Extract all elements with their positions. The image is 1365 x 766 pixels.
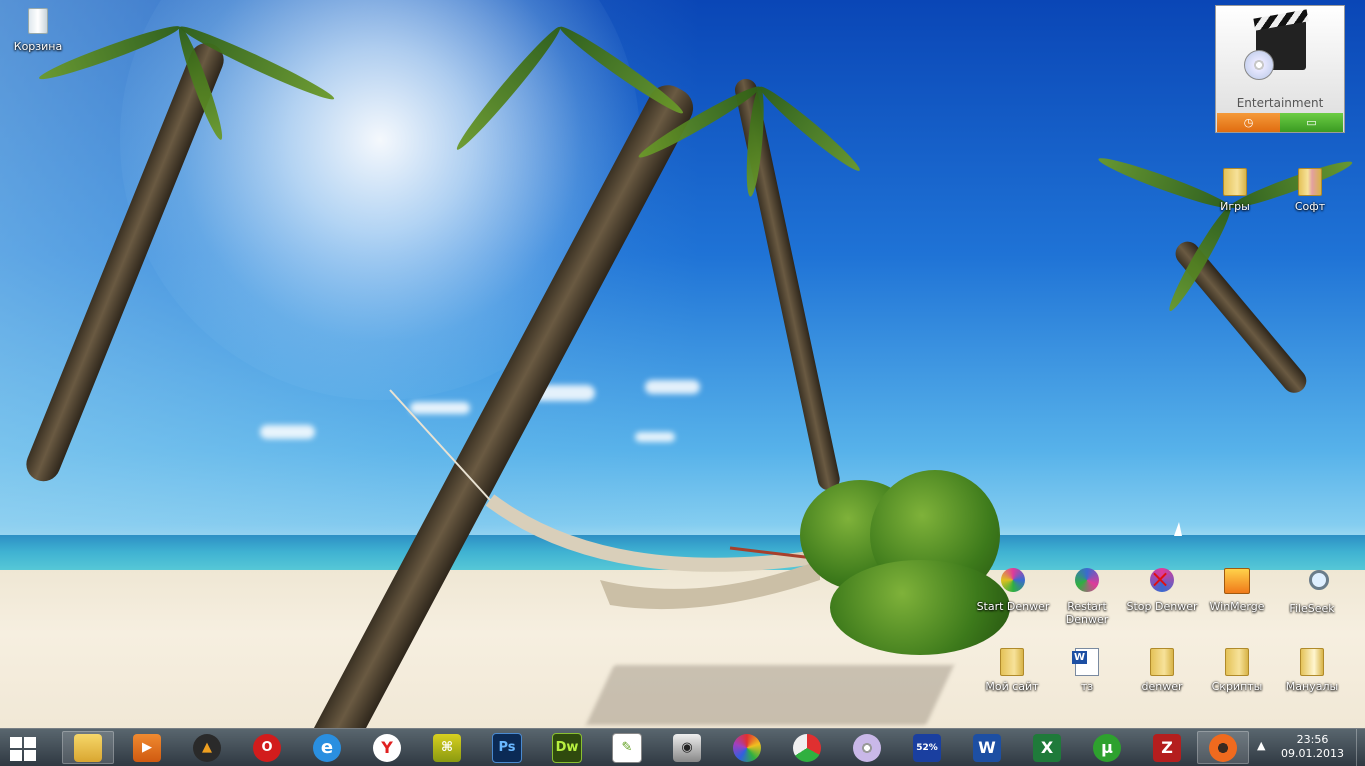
taskbar: ▶ ▲ O e Y ⌘ Ps Dw ✎ ◉ 52% W X µ Z ▲ 23:5…	[0, 728, 1365, 766]
folder-games-label: Игры	[1220, 200, 1250, 213]
system-clock[interactable]: 23:56 09.01.2013	[1275, 733, 1350, 761]
denwer-stop-icon: ×	[1147, 565, 1177, 598]
word-icon: W	[973, 733, 1001, 762]
kingsoft-icon	[793, 733, 821, 762]
clock-icon: ◷	[1243, 116, 1254, 129]
folder-icon	[1220, 168, 1250, 198]
folder-denwer-label: denwer	[1141, 680, 1183, 693]
restart-denwer-label: Restart Denwer	[1065, 600, 1109, 626]
desktop-wallpaper	[0, 0, 1365, 728]
folder-denwer[interactable]: denwer	[1124, 646, 1200, 693]
winmerge-icon	[1222, 568, 1252, 598]
fileseek-label: FileSeek	[1289, 602, 1335, 615]
taskbar-speaker[interactable]: ◉	[661, 731, 713, 764]
yandex-browser-icon: Y	[373, 733, 401, 762]
taskbar-speedtest[interactable]: 52%	[901, 731, 953, 764]
show-desktop-button[interactable]	[1356, 729, 1365, 766]
speedtest-icon: 52%	[913, 733, 941, 762]
start-button[interactable]	[6, 733, 40, 763]
folder-games[interactable]: Игры	[1197, 166, 1273, 213]
network-icon: ⌘	[433, 733, 461, 762]
folder-icon	[1222, 648, 1252, 678]
folder-scripts[interactable]: Скрипты	[1199, 646, 1275, 693]
winmerge-label: WinMerge	[1209, 600, 1265, 613]
dvd-icon	[853, 733, 881, 762]
clock-date: 09.01.2013	[1281, 747, 1344, 760]
notepad-plus-plus-icon: ✎	[612, 732, 642, 763]
taskbar-dvd[interactable]	[841, 731, 893, 764]
media-player-icon: ▶	[133, 733, 161, 762]
origin-icon	[1209, 733, 1237, 762]
folder-soft[interactable]: Софт	[1272, 166, 1348, 213]
taskbar-filezilla[interactable]: Z	[1141, 731, 1193, 764]
stop-denwer-label: Stop Denwer	[1126, 600, 1198, 613]
taskbar-notepad-plus-plus[interactable]: ✎	[601, 731, 653, 764]
taskbar-excel[interactable]: X	[1021, 731, 1073, 764]
gadget-title: Entertainment	[1236, 96, 1324, 110]
word-document-icon: W	[1072, 648, 1102, 678]
speaker-icon: ◉	[673, 733, 701, 762]
denwer-start-icon	[998, 568, 1028, 598]
folder-my-site[interactable]: Мой сайт	[974, 646, 1050, 693]
winmerge-shortcut[interactable]: WinMerge	[1199, 566, 1275, 613]
picasa-icon	[733, 733, 761, 762]
folder-my-site-label: Мой сайт	[985, 680, 1039, 693]
internet-explorer-icon: e	[313, 733, 341, 762]
opera-icon: O	[253, 733, 281, 762]
aimp-icon: ▲	[193, 733, 221, 762]
restart-denwer-shortcut[interactable]: Restart Denwer	[1049, 566, 1125, 626]
stop-denwer-shortcut[interactable]: × Stop Denwer	[1124, 565, 1200, 613]
gadget-battery-button[interactable]: ▭	[1280, 113, 1343, 132]
denwer-restart-icon	[1072, 568, 1102, 598]
excel-icon: X	[1033, 733, 1061, 762]
word-doc-tz-label: тз	[1080, 680, 1094, 693]
gadget-clock-button[interactable]: ◷	[1217, 113, 1280, 132]
clock-time: 23:56	[1296, 733, 1329, 746]
folder-soft-label: Софт	[1294, 200, 1326, 213]
taskbar-internet-explorer[interactable]: e	[301, 731, 353, 764]
taskbar-picasa[interactable]	[721, 731, 773, 764]
recycle-bin-icon	[23, 8, 53, 38]
word-doc-tz[interactable]: W тз	[1049, 646, 1125, 693]
filezilla-icon: Z	[1153, 733, 1181, 762]
entertainment-gadget[interactable]: Entertainment ◷ ▭	[1215, 5, 1345, 133]
photoshop-icon: Ps	[492, 732, 522, 763]
taskbar-aimp[interactable]: ▲	[181, 731, 233, 764]
taskbar-origin[interactable]	[1197, 731, 1249, 764]
folder-scripts-label: Скрипты	[1211, 680, 1263, 693]
fileseek-shortcut[interactable]: FileSeek	[1274, 566, 1350, 615]
folder-icon	[1295, 168, 1325, 198]
folder-icon	[1147, 648, 1177, 678]
taskbar-utorrent[interactable]: µ	[1081, 731, 1133, 764]
taskbar-opera[interactable]: O	[241, 731, 293, 764]
start-denwer-shortcut[interactable]: Start Denwer	[975, 566, 1051, 613]
recycle-bin-label: Корзина	[13, 40, 63, 53]
folder-icon	[997, 648, 1027, 678]
taskbar-kingsoft[interactable]	[781, 731, 833, 764]
file-explorer-icon	[74, 733, 102, 762]
taskbar-dreamweaver[interactable]: Dw	[541, 731, 593, 764]
utorrent-icon: µ	[1093, 733, 1121, 762]
battery-icon: ▭	[1306, 116, 1317, 129]
taskbar-file-explorer[interactable]	[62, 731, 114, 764]
taskbar-media-player[interactable]: ▶	[121, 731, 173, 764]
recycle-bin[interactable]: Корзина	[0, 6, 76, 53]
magnifier-icon	[1297, 570, 1329, 600]
taskbar-network[interactable]: ⌘	[421, 731, 473, 764]
taskbar-yandex-browser[interactable]: Y	[361, 731, 413, 764]
folder-manuals[interactable]: Мануалы	[1274, 646, 1350, 693]
tray-expand-icon[interactable]: ▲	[1257, 739, 1265, 752]
taskbar-photoshop[interactable]: Ps	[481, 731, 533, 764]
start-denwer-label: Start Denwer	[976, 600, 1050, 613]
folder-manuals-label: Мануалы	[1285, 680, 1339, 693]
folder-icon	[1297, 648, 1327, 678]
disc-icon	[1244, 50, 1274, 80]
dreamweaver-icon: Dw	[552, 732, 582, 763]
taskbar-word[interactable]: W	[961, 731, 1013, 764]
